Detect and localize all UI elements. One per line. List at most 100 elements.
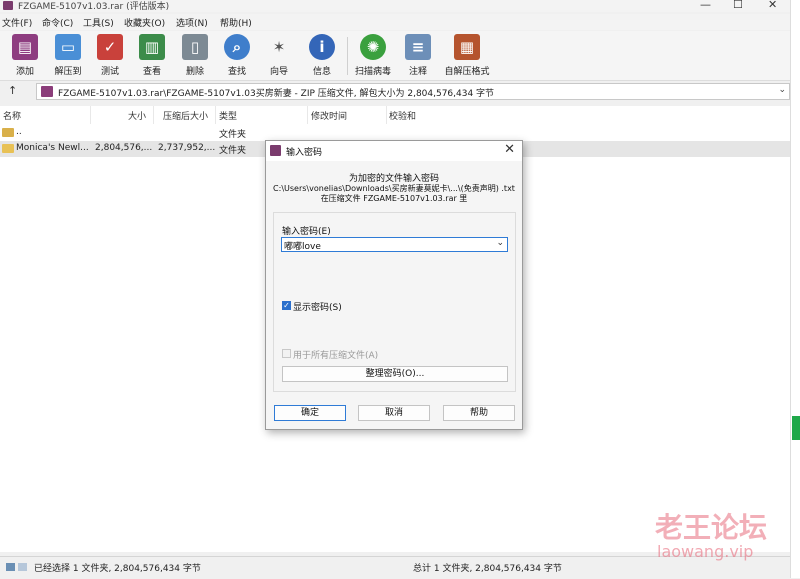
find-button[interactable]: ⌕ 查找 <box>216 33 258 77</box>
info-button[interactable]: i 信息 <box>301 33 343 77</box>
test-icon: ✓ <box>97 34 123 60</box>
sfx-label: 自解压格式 <box>444 67 490 77</box>
window-title: FZGAME-5107v1.03.rar (评估版本) <box>18 2 170 12</box>
delete-button[interactable]: ▯ 删除 <box>174 33 216 77</box>
menu-bar: 文件(F) 命令(C) 工具(S) 收藏夹(O) 选项(N) 帮助(H) <box>0 14 790 30</box>
help-button[interactable]: 帮助 <box>443 405 515 421</box>
status-selected: 已经选择 1 文件夹, 2,804,576,434 字节 <box>34 564 201 574</box>
menu-favorites[interactable]: 收藏夹(O) <box>124 16 165 29</box>
address-bar[interactable]: FZGAME-5107v1.03.rar\FZGAME-5107v1.03买房新… <box>36 83 790 100</box>
column-divider[interactable] <box>386 106 387 124</box>
ok-button[interactable]: 确定 <box>274 405 346 421</box>
drive-icon <box>6 563 15 571</box>
test-button[interactable]: ✓ 测试 <box>89 33 131 77</box>
add-button[interactable]: ▤ 添加 <box>4 33 46 77</box>
archive-icon <box>41 86 53 97</box>
view-button[interactable]: ▥ 查看 <box>131 33 173 77</box>
delete-icon: ▯ <box>182 34 208 60</box>
use-for-all-label: 用于所有压缩文件(A) <box>293 351 379 361</box>
column-divider[interactable] <box>307 106 308 124</box>
row-type: 文件夹 <box>219 146 247 156</box>
column-divider[interactable] <box>90 106 91 124</box>
selection-icon <box>18 563 27 571</box>
row-size: 2,804,576,... <box>95 143 153 153</box>
dialog-title-bar: 输入密码 ✕ <box>266 141 522 161</box>
row-packed: 2,737,952,... <box>158 143 216 153</box>
row-type: 文件夹 <box>219 130 247 140</box>
menu-options[interactable]: 选项(N) <box>176 16 208 29</box>
background-green-tag <box>792 416 800 440</box>
extract-to-icon: ▭ <box>55 34 81 60</box>
virus-scan-button[interactable]: ✺ 扫描病毒 <box>351 33 395 77</box>
extract-to-label: 解压到 <box>54 67 82 77</box>
dialog-panel: 输入密码(E) 嘟嘟love ⌄ ✓ 显示密码(S) 用于所有压缩文件(A) 整… <box>273 212 516 392</box>
show-password-label[interactable]: 显示密码(S) <box>293 300 342 313</box>
column-divider[interactable] <box>215 106 216 124</box>
dialog-message-3: 在压缩文件 FZGAME-5107v1.03.rar 里 <box>320 194 468 203</box>
find-label: 查找 <box>227 67 246 77</box>
background-window-strip <box>790 0 800 578</box>
winrar-logo-icon <box>3 1 13 10</box>
watermark-text: 老王论坛 <box>655 511 768 544</box>
wizard-label: 向导 <box>269 67 288 77</box>
comment-label: 注释 <box>408 67 427 77</box>
wizard-icon: ✶ <box>266 34 292 60</box>
wizard-button[interactable]: ✶ 向导 <box>258 33 300 77</box>
row-name: .. <box>16 127 22 137</box>
maximize-button[interactable]: ☐ <box>733 0 743 11</box>
delete-label: 删除 <box>185 67 204 77</box>
col-size[interactable]: 大小 <box>128 109 146 122</box>
toolbar: ▤ 添加 ▭ 解压到 ✓ 测试 ▥ 查看 ▯ 删除 ⌕ 查找 ✶ 向导 i 信息… <box>0 31 790 81</box>
col-packed[interactable]: 压缩后大小 <box>163 109 208 122</box>
organize-passwords-button[interactable]: 整理密码(O)... <box>282 366 508 382</box>
add-label: 添加 <box>15 67 34 77</box>
virus-scan-icon: ✺ <box>360 34 386 60</box>
virus-scan-label: 扫描病毒 <box>354 67 391 77</box>
address-row: ↑ FZGAME-5107v1.03.rar\FZGAME-5107v1.03买… <box>0 82 790 102</box>
minimize-button[interactable]: — <box>700 0 711 11</box>
toolbar-separator <box>347 37 348 75</box>
view-label: 查看 <box>142 67 161 77</box>
folder-icon <box>2 144 14 153</box>
password-label: 输入密码(E) <box>282 227 331 237</box>
watermark-url: laowang.vip <box>657 542 754 561</box>
col-type[interactable]: 类型 <box>219 109 237 122</box>
col-modified[interactable]: 修改时间 <box>311 109 347 122</box>
row-name: Monica's Newl... <box>16 143 89 153</box>
chevron-down-icon[interactable]: ⌄ <box>496 238 504 248</box>
comment-button[interactable]: ≡ 注释 <box>397 33 439 77</box>
use-for-all-checkbox[interactable] <box>282 349 291 358</box>
close-button[interactable]: ✕ <box>768 0 777 11</box>
status-total: 总计 1 文件夹, 2,804,576,434 字节 <box>413 564 562 574</box>
table-row[interactable]: .. 文件夹 <box>0 125 790 141</box>
parent-folder-icon <box>2 128 14 137</box>
dialog-close-button[interactable]: ✕ <box>504 142 515 157</box>
menu-help[interactable]: 帮助(H) <box>220 16 252 29</box>
menu-file[interactable]: 文件(F) <box>2 16 32 29</box>
cancel-button[interactable]: 取消 <box>358 405 430 421</box>
title-bar: FZGAME-5107v1.03.rar (评估版本) — ☐ ✕ <box>0 0 800 12</box>
winrar-logo-icon <box>270 145 281 156</box>
up-folder-button[interactable]: ↑ <box>8 84 17 97</box>
col-crc[interactable]: 校验和 <box>389 109 416 122</box>
add-archive-icon: ▤ <box>12 34 38 60</box>
menu-tools[interactable]: 工具(S) <box>83 16 114 29</box>
comment-icon: ≡ <box>405 34 431 60</box>
col-name[interactable]: 名称 <box>3 109 21 122</box>
show-password-checkbox[interactable]: ✓ <box>282 301 291 310</box>
password-input[interactable]: 嘟嘟love ⌄ <box>281 237 508 252</box>
address-path: FZGAME-5107v1.03.rar\FZGAME-5107v1.03买房新… <box>58 89 495 99</box>
password-dialog: 输入密码 ✕ 为加密的文件输入密码 C:\Users\vonelias\Down… <box>265 140 523 430</box>
menu-commands[interactable]: 命令(C) <box>42 16 73 29</box>
view-icon: ▥ <box>139 34 165 60</box>
dialog-title: 输入密码 <box>286 148 323 158</box>
info-icon: i <box>309 34 335 60</box>
column-divider[interactable] <box>153 106 154 124</box>
sfx-icon: ▦ <box>454 34 480 60</box>
test-label: 测试 <box>100 67 119 77</box>
extract-to-button[interactable]: ▭ 解压到 <box>47 33 89 77</box>
info-label: 信息 <box>312 67 331 77</box>
find-icon: ⌕ <box>224 34 250 60</box>
sfx-button[interactable]: ▦ 自解压格式 <box>441 33 493 77</box>
address-dropdown-icon[interactable]: ⌄ <box>778 85 786 95</box>
